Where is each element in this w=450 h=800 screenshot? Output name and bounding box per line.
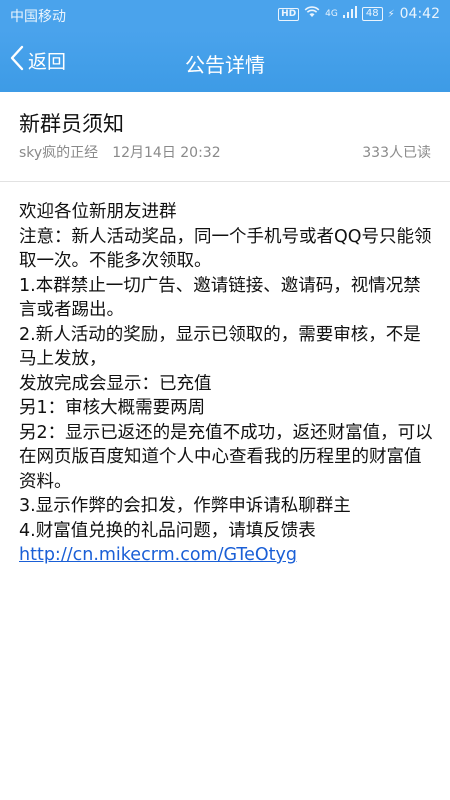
signal-icon [342, 6, 357, 22]
hd-badge: HD [278, 7, 300, 21]
announcement-meta: sky疯的正经 12月14日 20:32 [19, 142, 221, 162]
carrier-name: 中国移动 [10, 9, 66, 25]
announcement-body: 欢迎各位新朋友进群 注意：新人活动奖品，同一个手机号或者QQ号只能领取一次。不能… [19, 200, 437, 568]
body-line: 2.新人活动的奖励，显示已领取的，需要审核，不是马上发放， [19, 324, 421, 370]
feedback-form-link[interactable]: http://cn.mikecrm.com/GTeOtyg [19, 545, 297, 565]
body-line: 4.财富值兑换的礼品问题，请填反馈表 [19, 520, 316, 541]
body-line: 另1：审核大概需要两周 [19, 398, 206, 418]
read-count[interactable]: 333人已读 [362, 142, 431, 162]
body-line: 3.显示作弊的会扣发，作弊申诉请私聊群主 [19, 496, 351, 516]
announcement-title: 新群员须知 [19, 112, 124, 136]
post-date: 12月14日 20:32 [112, 145, 221, 161]
status-icons: HD 4G 48 ⚡ 04:42 [278, 6, 440, 22]
status-bar: 中国移动 HD 4G 48 ⚡ 04:42 [0, 0, 450, 30]
charging-icon: ⚡ [387, 8, 395, 20]
author-name[interactable]: sky疯的正经 [19, 145, 98, 161]
body-line: 欢迎各位新朋友进群 [19, 202, 177, 222]
clock: 04:42 [399, 6, 440, 22]
battery-icon: 48 [361, 7, 383, 21]
wifi-icon [304, 6, 320, 22]
body-line: 1.本群禁止一切广告、邀请链接、邀请码，视情况禁言或者踢出。 [19, 275, 421, 321]
body-line: 发放完成会显示：已充值 [19, 373, 212, 394]
page-title: 公告详情 [185, 53, 265, 77]
body-line: 注意：新人活动奖品，同一个手机号或者QQ号只能领取一次。不能多次领取。 [19, 226, 432, 272]
nav-bar: 返回 公告详情 [0, 30, 450, 92]
network-type: 4G [325, 9, 338, 19]
announcement-header: 新群员须知 sky疯的正经 12月14日 20:32 333人已读 [0, 92, 450, 182]
body-line: 另2：显示已返还的是充值不成功，返还财富值，可以在网页版百度知道个人中心查看我的… [19, 422, 433, 492]
